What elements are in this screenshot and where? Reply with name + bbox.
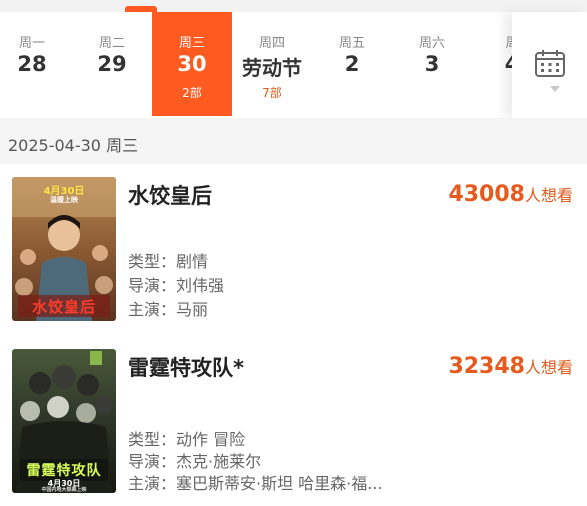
date-number: 28	[17, 52, 47, 76]
weekday-label: 周三	[178, 36, 205, 51]
date-number: 2	[344, 52, 360, 76]
weekday-label: 周四	[258, 36, 285, 51]
movie-count: 2部	[182, 86, 202, 100]
want-unit: 人想看	[524, 186, 573, 205]
weekday-label: 周一	[18, 36, 45, 51]
movie-count: 7部	[262, 86, 282, 100]
weekday-label: 周六	[418, 36, 445, 51]
movie-card-2[interactable]: 雷霆特攻队 4月30日 中国内地大银幕上映 雷霆特攻队* 32348人想看 类型…	[0, 336, 587, 506]
poster-title: 雷霆特攻队	[26, 463, 102, 479]
poster-subcaption: 中国内地大银幕上映	[41, 487, 87, 493]
top-edge-strip	[0, 0, 587, 12]
day-wed-30-selected[interactable]: 周三 30 2部	[152, 12, 232, 116]
day-fri-2[interactable]: 周五 2	[312, 12, 392, 116]
movie-director: 导演：杰克·施莱尔	[128, 452, 262, 471]
movie-card-1[interactable]: 4月30日 温暖上映 水饺皇后 水饺皇后 43008人想看 类型：剧情 导演：刘…	[0, 164, 587, 334]
day-sat-3[interactable]: 周六 3	[392, 12, 472, 116]
movie-poster[interactable]: 4月30日 温暖上映 水饺皇后	[12, 177, 116, 321]
movie-poster[interactable]: 雷霆特攻队 4月30日 中国内地大银幕上映	[12, 349, 116, 493]
date-selector-bar[interactable]: 周一 28 周二 29 周三 30 2部 周四 劳动节 7部 周五 2 周六 3…	[0, 12, 587, 118]
calendar-icon	[535, 50, 565, 77]
day-tue-29[interactable]: 周二 29	[72, 12, 152, 116]
poster-subcaption: 温暖上映	[50, 196, 78, 204]
date-number: 29	[97, 52, 127, 76]
date-number: 劳动节	[242, 56, 302, 80]
movie-cast: 主演：塞巴斯蒂安·斯坦 哈里森·福...	[128, 474, 383, 493]
calendar-button[interactable]	[512, 12, 587, 118]
want-unit: 人想看	[524, 358, 573, 377]
weekday-label: 周二	[98, 36, 125, 51]
date-number: 3	[424, 52, 440, 76]
day-thu-labor-day[interactable]: 周四 劳动节 7部	[232, 12, 312, 116]
movie-director: 导演：刘伟强	[128, 276, 225, 295]
date-number: 30	[177, 52, 207, 76]
want-count: 32348	[448, 354, 525, 379]
poster-title: 水饺皇后	[31, 298, 96, 316]
movie-title[interactable]: 雷霆特攻队*	[128, 352, 244, 382]
want-to-see: 32348人想看	[448, 354, 573, 379]
weekday-label: 周五	[338, 36, 365, 51]
chevron-down-icon	[550, 86, 560, 92]
movie-genre: 类型：动作 冒险	[128, 430, 246, 449]
movie-title[interactable]: 水饺皇后	[128, 180, 212, 210]
day-mon-28[interactable]: 周一 28	[0, 12, 72, 116]
movie-cast: 主演：马丽	[128, 300, 209, 319]
date-header-label: 2025-04-30 周三	[8, 136, 139, 155]
want-to-see: 43008人想看	[448, 182, 573, 207]
date-section-header: 2025-04-30 周三	[0, 118, 587, 164]
movie-genre: 类型：剧情	[128, 252, 209, 271]
want-count: 43008	[448, 182, 525, 207]
